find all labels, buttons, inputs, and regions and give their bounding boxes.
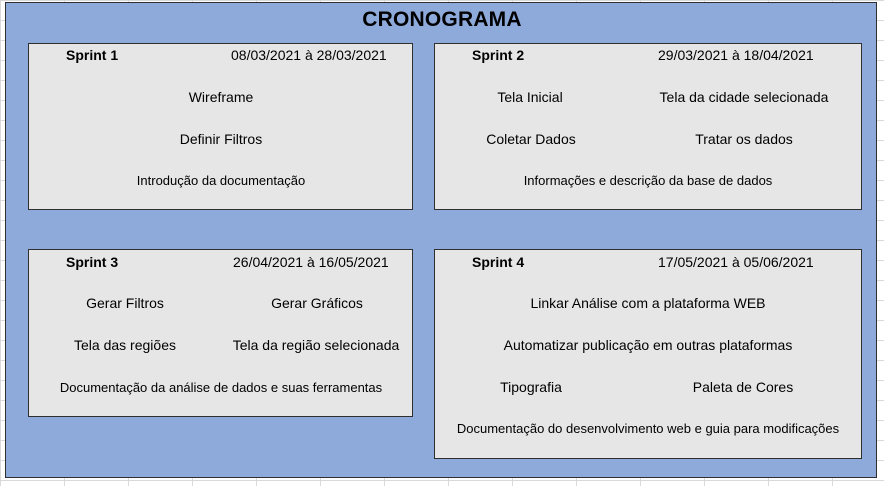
sprint-4-dates: 17/05/2021 à 05/06/2021 xyxy=(658,254,814,270)
sprint-4-task: Automatizar publicação em outras platafo… xyxy=(503,337,793,353)
sprint-3-task: Tela das regiões xyxy=(74,337,176,353)
sprint-1-task: Introdução da documentação xyxy=(136,173,306,188)
sprint-1-dates: 08/03/2021 à 28/03/2021 xyxy=(231,47,387,63)
schedule-title: CRONOGRAMA xyxy=(362,8,522,31)
sprint-4-task: Documentação do desenvolvimento web e gu… xyxy=(456,421,840,436)
sprint-2-task: Tratar os dados xyxy=(695,131,793,147)
sprint-4-task: Tipografia xyxy=(500,379,562,395)
sprint-3-task: Gerar Filtros xyxy=(86,295,164,311)
sprint-2-task: Tela da cidade selecionada xyxy=(659,89,829,105)
sprint-3-task: Tela da região selecionada xyxy=(232,337,400,353)
sprint-3-name: Sprint 3 xyxy=(66,254,119,270)
sprint-3-dates: 26/04/2021 à 16/05/2021 xyxy=(233,254,389,270)
sprint-2-task: Informações e descrição da base de dados xyxy=(523,173,773,188)
sprint-2-dates: 29/03/2021 à 18/04/2021 xyxy=(658,47,814,63)
sprint-4-name: Sprint 4 xyxy=(472,254,525,270)
sprint-2-name: Sprint 2 xyxy=(472,47,525,63)
sprint-2-task: Tela Inicial xyxy=(497,89,563,105)
sprint-3-task: Documentação da análise de dados e suas … xyxy=(59,380,383,395)
sprint-1-task: Definir Filtros xyxy=(179,131,263,147)
sprint-4-task: Linkar Análise com a plataforma WEB xyxy=(530,295,766,311)
sprint-1-task: Wireframe xyxy=(188,89,254,105)
sprint-4-task: Paleta de Cores xyxy=(692,379,794,395)
sprint-2-task: Coletar Dados xyxy=(486,131,576,147)
sprint-1-name: Sprint 1 xyxy=(66,47,119,63)
sprint-3-task: Gerar Gráficos xyxy=(271,295,363,311)
